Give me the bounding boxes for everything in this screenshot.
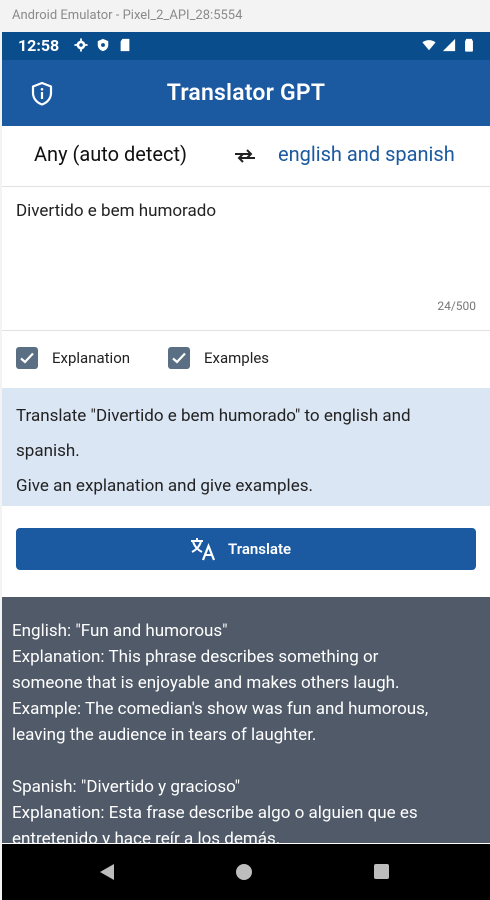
status-icons-right (422, 38, 476, 52)
battery-icon (465, 38, 473, 52)
result-line: Example: The comedian's show was fun and… (12, 699, 429, 719)
translation-result: English: "Fun and humorous" Explanation:… (2, 597, 490, 843)
prompt-line: Give an explanation and give examples. (16, 476, 313, 496)
recents-icon[interactable] (374, 864, 389, 879)
result-line: entretenido y hace reír a los demás. (12, 829, 281, 843)
gear-icon (74, 38, 88, 52)
translate-button-label: Translate (228, 540, 292, 558)
options-row: Explanation Examples (2, 331, 490, 387)
emulator-window-title: Android Emulator - Pixel_2_API_28:5554 (0, 0, 490, 32)
result-line: leaving the audience in tears of laughte… (12, 725, 317, 745)
sd-card-icon (120, 38, 130, 52)
source-text-input[interactable]: Divertido e bem humorado 24/500 (2, 187, 490, 331)
translate-button[interactable]: Translate (16, 528, 476, 570)
checkmark-icon (20, 352, 34, 364)
character-counter: 24/500 (437, 299, 476, 313)
app-title: Translator GPT (166, 79, 326, 106)
system-nav-bar (2, 844, 490, 900)
back-icon[interactable] (98, 862, 116, 882)
checkmark-icon (172, 352, 186, 364)
examples-label: Examples (204, 349, 270, 367)
prompt-line: Translate "Divertido e bem humorado" to … (16, 406, 411, 426)
result-line: English: "Fun and humorous" (12, 621, 228, 641)
result-line: Explanation: Esta frase describe algo o … (12, 803, 418, 823)
prompt-preview: Translate "Divertido e bem humorado" to … (2, 388, 490, 506)
signal-icon (442, 38, 456, 52)
explanation-label: Explanation (52, 349, 131, 367)
translate-icon (191, 538, 216, 561)
device-screen: 12:58 Translator GPT Any (auto detect) e… (2, 32, 490, 900)
target-language-selector[interactable]: english and spanish (278, 142, 455, 166)
source-language-selector[interactable]: Any (auto detect) (34, 142, 187, 166)
status-icons-left (74, 38, 132, 52)
app-bar: Translator GPT (2, 60, 490, 126)
prompt-line: spanish. (16, 441, 80, 461)
status-bar: 12:58 (2, 32, 490, 60)
result-line: Explanation: This phrase describes somet… (12, 647, 379, 667)
result-line: Spanish: "Divertido y gracioso" (12, 777, 241, 797)
explanation-checkbox[interactable] (16, 347, 38, 369)
emulator-frame: Android Emulator - Pixel_2_API_28:5554 1… (0, 0, 490, 900)
shield-icon (97, 38, 109, 52)
status-time: 12:58 (18, 36, 60, 55)
source-text-value: Divertido e bem humorado (16, 201, 217, 221)
wifi-icon (422, 40, 436, 51)
examples-checkbox[interactable] (168, 347, 190, 369)
result-line: someone that is enjoyable and makes othe… (12, 673, 400, 693)
language-row: Any (auto detect) english and spanish (2, 126, 490, 187)
swap-arrows-icon[interactable] (230, 145, 260, 167)
home-icon[interactable] (236, 864, 252, 880)
